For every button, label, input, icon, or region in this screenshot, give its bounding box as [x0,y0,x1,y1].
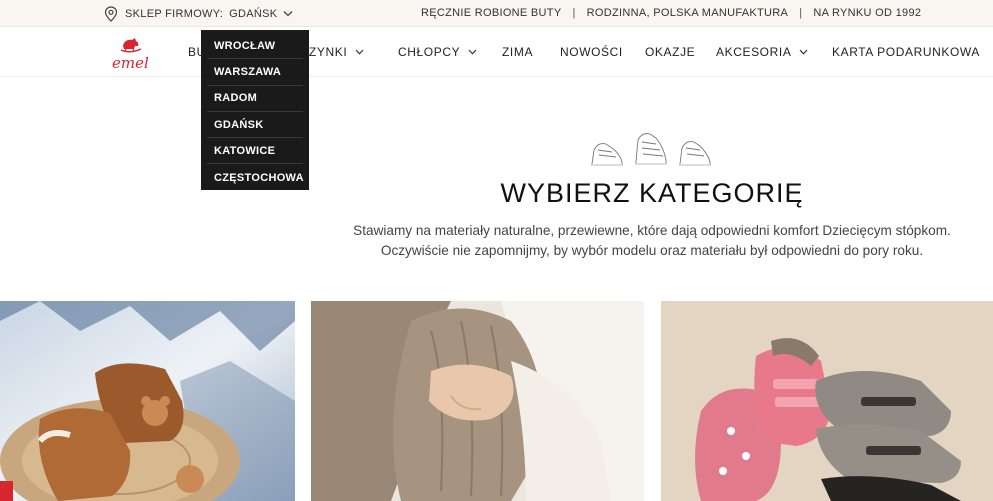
nav-label: OKAZJE [645,45,696,59]
store-option-gdansk[interactable]: GDAŃSK [207,112,303,139]
chevron-down-icon [468,49,477,55]
nav-item-zima[interactable]: ZIMA [502,45,533,59]
description-line: Oczywiście nie zapomnijmy, by wybór mode… [380,243,924,258]
category-description: Stawiamy na materiały naturalne, przewie… [320,221,984,261]
chevron-down-icon [355,49,364,55]
nav-item-okazje[interactable]: OKAZJE [645,45,695,59]
nav-label: KARTA PODARUNKOWA [832,45,981,59]
top-bar: SKLEP FIRMOWY: GDAŃSK RĘCZNIE ROBIONE BU… [0,0,993,27]
usp-since: NA RYNKU OD 1992 [813,7,922,19]
category-tile-kids[interactable] [661,301,993,501]
description-line: Stawiamy na materiały naturalne, przewie… [353,223,951,238]
nav-item-karta-podarunkowa[interactable]: KARTA PODARUNKOWA [832,45,980,59]
category-tile-winter[interactable] [0,301,295,501]
child-sitting-image [311,301,644,501]
usp-family: RODZINNA, POLSKA MANUFAKTURA [586,7,789,19]
nav-label: ZIMA [502,45,534,59]
location-pin-icon [104,5,118,22]
winter-boots-image [0,301,295,501]
nav-label: CHŁOPCY [398,45,461,59]
kids-shoes-image [661,301,993,501]
nav-item-chlopcy[interactable]: CHŁOPCY [398,45,477,59]
store-option-warszawa[interactable]: WARSZAWA [207,59,303,86]
nav-item-nowosci[interactable]: NOWOŚCI [560,45,623,59]
store-label: SKLEP FIRMOWY: [125,7,224,20]
usp-handmade: RĘCZNIE ROBIONE BUTY [421,7,562,19]
store-city: GDAŃSK [229,7,278,20]
store-option-katowice[interactable]: KATOWICE [207,138,303,165]
emel-logo[interactable]: emel [110,35,152,71]
usp-list: RĘCZNIE ROBIONE BUTY | RODZINNA, POLSKA … [421,7,921,19]
nav-label: NOWOŚCI [560,45,623,59]
store-option-radom[interactable]: RADOM [207,86,303,112]
nav-label: AKCESORIA [716,45,792,59]
feedback-tab[interactable] [0,481,13,501]
store-dropdown: WROCŁAW WARSZAWA RADOM GDAŃSK KATOWICE C… [201,30,309,190]
shoes-illustration [591,133,711,166]
usp-separator: | [572,7,576,19]
category-tile-baby[interactable] [311,301,644,501]
store-option-wroclaw[interactable]: WROCŁAW [207,33,303,60]
chevron-down-icon [283,11,293,17]
svg-text:emel: emel [112,54,149,71]
category-title: WYBIERZ KATEGORIĘ [500,178,804,208]
chevron-down-icon [799,49,808,55]
store-option-czestochowa[interactable]: CZĘSTOCHOWA [207,164,304,190]
nav-item-akcesoria[interactable]: AKCESORIA [716,45,808,59]
main-header: emel BU DZIEWCZYNKI CHŁOPCY ZIMA NOWOŚCI… [0,27,993,77]
usp-separator: | [799,7,803,19]
store-selector[interactable]: SKLEP FIRMOWY: GDAŃSK [104,5,293,22]
